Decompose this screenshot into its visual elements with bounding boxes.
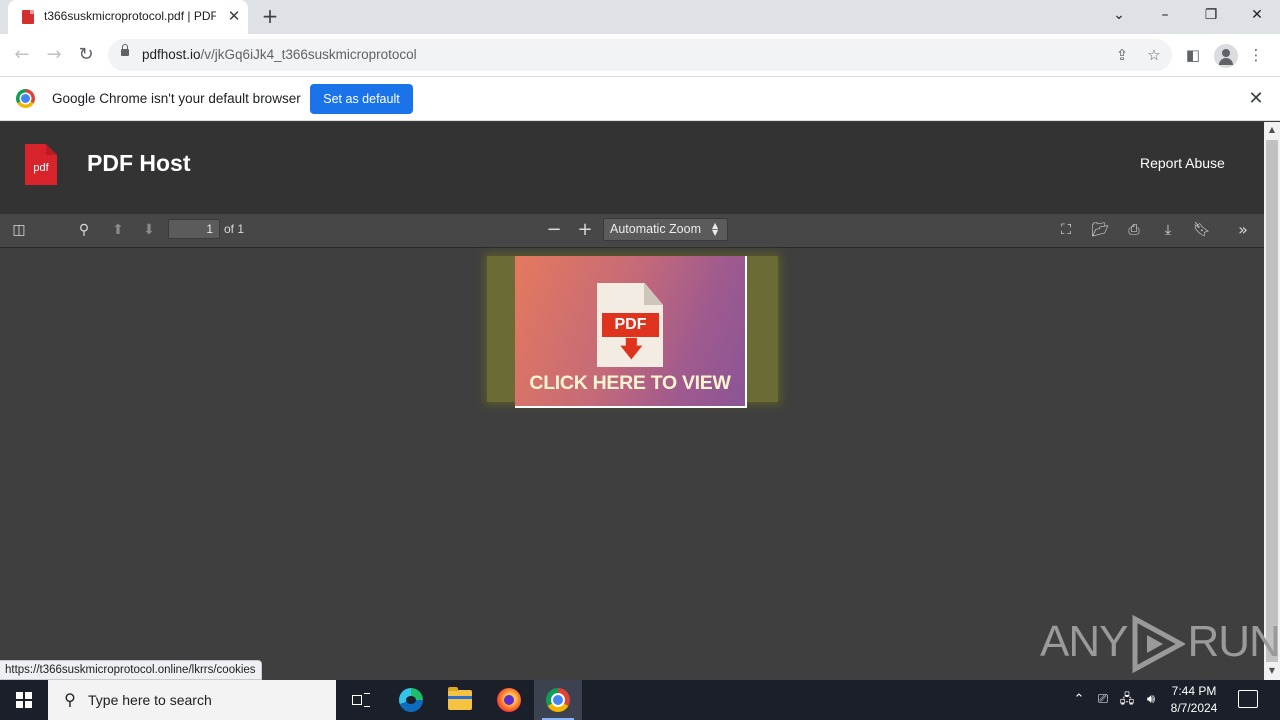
pdf-favicon-icon	[22, 10, 34, 24]
edge-icon	[399, 688, 423, 712]
pdf-badge: PDF	[602, 313, 659, 337]
infobar-message: Google Chrome isn't your default browser	[52, 91, 301, 106]
status-url-bubble: https://t366suskmicroprotocol.online/lkr…	[0, 660, 262, 680]
zoom-in-icon[interactable]: +	[574, 220, 596, 240]
network-icon[interactable]: 🖧︎	[1118, 692, 1136, 708]
page-count: of 1	[224, 222, 245, 236]
infobar-close-icon[interactable]: ✕	[1246, 89, 1266, 109]
close-window-button[interactable]: ✕	[1234, 0, 1280, 30]
menu-kebab-icon[interactable]: ⋮	[1246, 45, 1266, 65]
zoom-select[interactable]: Automatic Zoom	[603, 218, 728, 241]
profile-avatar-icon[interactable]	[1214, 44, 1238, 68]
download-icon[interactable]: ⤓	[1157, 220, 1179, 240]
chrome-icon	[546, 688, 570, 712]
watermark-right: RUN	[1187, 617, 1280, 666]
share-icon[interactable]: ⇪	[1112, 45, 1132, 65]
site-title[interactable]: PDF Host	[87, 150, 191, 177]
clock-date: 8/7/2024	[1170, 701, 1218, 715]
reload-icon[interactable]: ↻	[75, 44, 97, 66]
download-arrow-icon: 🡇	[620, 337, 643, 362]
click-here-to-view-text[interactable]: CLICK HERE TO VIEW	[515, 372, 745, 395]
lock-icon[interactable]	[121, 44, 129, 56]
url-host: pdfhost.io	[142, 47, 201, 62]
bookmark-star-icon[interactable]: ☆	[1144, 45, 1164, 65]
taskbar-clock[interactable]: 7:44 PM 8/7/2024	[1164, 683, 1224, 717]
url-path: /v/jkGq6iJk4_t366suskmicroprotocol	[200, 47, 417, 62]
previous-page-icon[interactable]: ⬆	[107, 220, 129, 240]
scroll-up-arrow-icon[interactable]: ▲	[1266, 125, 1278, 135]
pdfhost-logo[interactable]: pdf	[25, 144, 57, 185]
play-icon	[1132, 615, 1186, 674]
url-text[interactable]: pdfhost.io/v/jkGq6iJk4_t366suskmicroprot…	[142, 47, 417, 62]
anyrun-watermark: ANY RUN	[1040, 612, 1280, 674]
search-placeholder: Type here to search	[88, 692, 212, 708]
report-abuse-link[interactable]: Report Abuse	[1140, 155, 1225, 171]
forward-arrow-icon[interactable]: →	[43, 44, 65, 66]
windows-logo-icon	[16, 692, 32, 708]
tab-title: t366suskmicroprotocol.pdf | PDF Host	[44, 9, 216, 23]
firefox-icon	[497, 688, 521, 712]
logo-text: pdf	[33, 162, 49, 174]
minimize-button[interactable]: –	[1142, 0, 1188, 30]
meet-now-icon[interactable]: ⎚	[1094, 692, 1112, 708]
select-arrows-icon: ▲ ▼	[712, 221, 719, 237]
browser-tab[interactable]: t366suskmicroprotocol.pdf | PDF Host ✕	[8, 0, 248, 34]
tools-chevron-icon[interactable]: »	[1232, 220, 1254, 240]
next-page-icon[interactable]: ⬇	[138, 220, 160, 240]
notification-center-icon[interactable]	[1238, 690, 1258, 708]
show-hidden-icons-chevron-icon[interactable]: ⌃	[1070, 692, 1088, 708]
zoom-out-icon[interactable]: −	[543, 220, 565, 240]
sidebar-toggle-icon[interactable]: ◫	[8, 220, 30, 240]
set-as-default-button[interactable]: Set as default	[310, 84, 413, 114]
page-number-input[interactable]: 1	[168, 219, 220, 239]
file-explorer-icon	[448, 687, 472, 710]
presentation-mode-icon[interactable]: ⛶	[1055, 220, 1077, 240]
chrome-logo-icon	[16, 89, 35, 108]
new-tab-button[interactable]: +	[260, 6, 280, 26]
print-icon[interactable]: ⎙	[1123, 220, 1145, 240]
watermark-left: ANY	[1040, 617, 1128, 666]
back-arrow-icon[interactable]: ←	[11, 44, 33, 66]
task-view-icon	[352, 692, 370, 708]
tab-search-chevron-icon[interactable]: ⌄	[1096, 0, 1142, 30]
clock-time: 7:44 PM	[1171, 684, 1217, 698]
bookmark-icon[interactable]: 🔖︎	[1191, 220, 1213, 240]
open-file-icon[interactable]: 📂︎	[1089, 220, 1111, 240]
search-icon: ⚲	[64, 690, 76, 709]
restore-button[interactable]: ❐	[1188, 0, 1234, 30]
scrollbar-thumb[interactable]	[1266, 140, 1278, 662]
side-panel-icon[interactable]: ◧	[1183, 45, 1203, 65]
search-icon[interactable]: ⚲	[73, 220, 95, 240]
volume-icon[interactable]: 🔊︎	[1142, 692, 1160, 708]
tab-close-icon[interactable]: ✕	[226, 8, 242, 24]
